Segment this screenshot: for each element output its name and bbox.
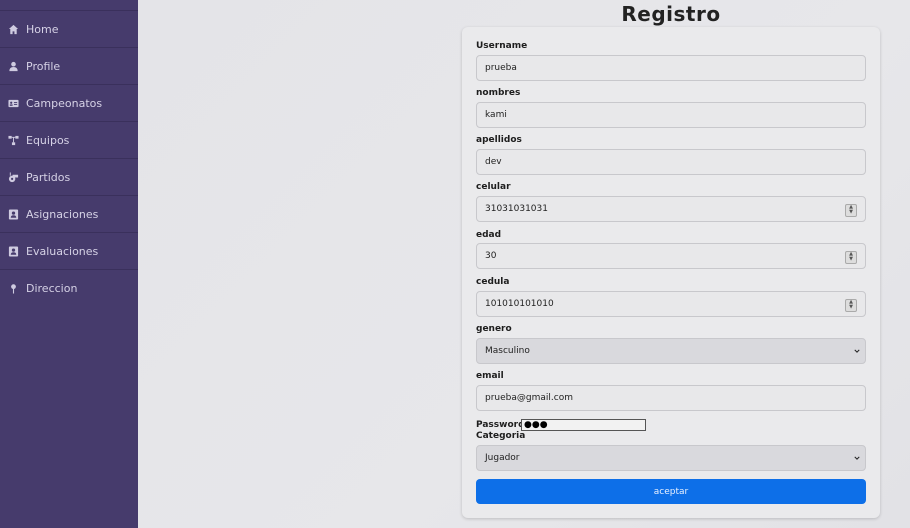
chevron-down-icon (854, 349, 860, 353)
username-label: Username (476, 41, 528, 51)
edad-input[interactable]: 30 ▲ ▼ (476, 243, 866, 269)
email-input[interactable]: prueba@gmail.com (476, 385, 866, 411)
email-value: prueba@gmail.com (485, 393, 573, 403)
sidebar-item-campeonatos[interactable]: Campeonatos (0, 85, 138, 122)
page-title: Registro (621, 2, 721, 26)
celular-label: celular (476, 182, 511, 192)
sidebar-item-label: Profile (26, 59, 61, 73)
chevron-down-icon (854, 456, 860, 460)
number-spinner[interactable]: ▲ ▼ (845, 299, 857, 312)
id-card-icon (8, 98, 19, 109)
home-icon (8, 24, 19, 35)
username-value: prueba (485, 63, 517, 73)
edad-label: edad (476, 230, 502, 240)
number-spinner[interactable]: ▲ ▼ (845, 204, 857, 217)
genero-select[interactable]: Masculino (476, 338, 866, 364)
password-input[interactable]: ●●● (521, 419, 646, 431)
password-label: Password (476, 420, 525, 430)
sidebar-item-direccion[interactable]: Direccion (0, 270, 138, 307)
sidebar-item-evaluaciones[interactable]: Evaluaciones (0, 233, 138, 270)
genero-label: genero (476, 324, 512, 334)
sidebar-item-label: Equipos (26, 133, 70, 147)
nombres-input[interactable]: kami (476, 102, 866, 128)
sidebar-item-asignaciones[interactable]: Asignaciones (0, 196, 138, 233)
celular-input[interactable]: 31031031031 ▲ ▼ (476, 196, 866, 222)
sidebar: Home Profile Campeonatos Equipos Partido… (0, 0, 138, 528)
cedula-value: 101010101010 (485, 299, 554, 309)
sidebar-item-label: Evaluaciones (26, 244, 99, 258)
sidebar-item-label: Partidos (26, 170, 71, 184)
genero-value: Masculino (485, 346, 530, 356)
sidebar-item-profile[interactable]: Profile (0, 48, 138, 85)
cedula-label: cedula (476, 277, 510, 287)
username-input[interactable]: prueba (476, 55, 866, 81)
user-icon (8, 61, 19, 72)
sidebar-item-home[interactable]: Home (0, 11, 138, 48)
nombres-label: nombres (476, 88, 521, 98)
categoria-value: Jugador (485, 453, 520, 463)
contact-icon (8, 245, 19, 257)
sidebar-item-partidos[interactable]: Partidos (0, 159, 138, 196)
categoria-select[interactable]: Jugador (476, 445, 866, 471)
edad-value: 30 (485, 251, 497, 261)
network-icon (8, 135, 19, 146)
apellidos-value: dev (485, 157, 502, 167)
sidebar-item-label: Home (26, 22, 59, 36)
map-pin-icon (8, 283, 19, 294)
sidebar-item-label: Campeonatos (26, 96, 103, 110)
whistle-icon (8, 171, 19, 183)
submit-button[interactable]: aceptar (476, 479, 866, 504)
categoria-label: Categoria (476, 431, 526, 441)
apellidos-label: apellidos (476, 135, 522, 145)
sidebar-item-label: Direccion (26, 282, 78, 295)
contact-icon (8, 208, 19, 220)
email-label: email (476, 371, 504, 381)
sidebar-item-label: Asignaciones (26, 207, 99, 221)
number-spinner[interactable]: ▲ ▼ (845, 251, 857, 264)
apellidos-input[interactable]: dev (476, 149, 866, 175)
nombres-value: kami (485, 110, 507, 120)
celular-value: 31031031031 (485, 204, 548, 214)
sidebar-item-equipos[interactable]: Equipos (0, 122, 138, 159)
cedula-input[interactable]: 101010101010 ▲ ▼ (476, 291, 866, 317)
